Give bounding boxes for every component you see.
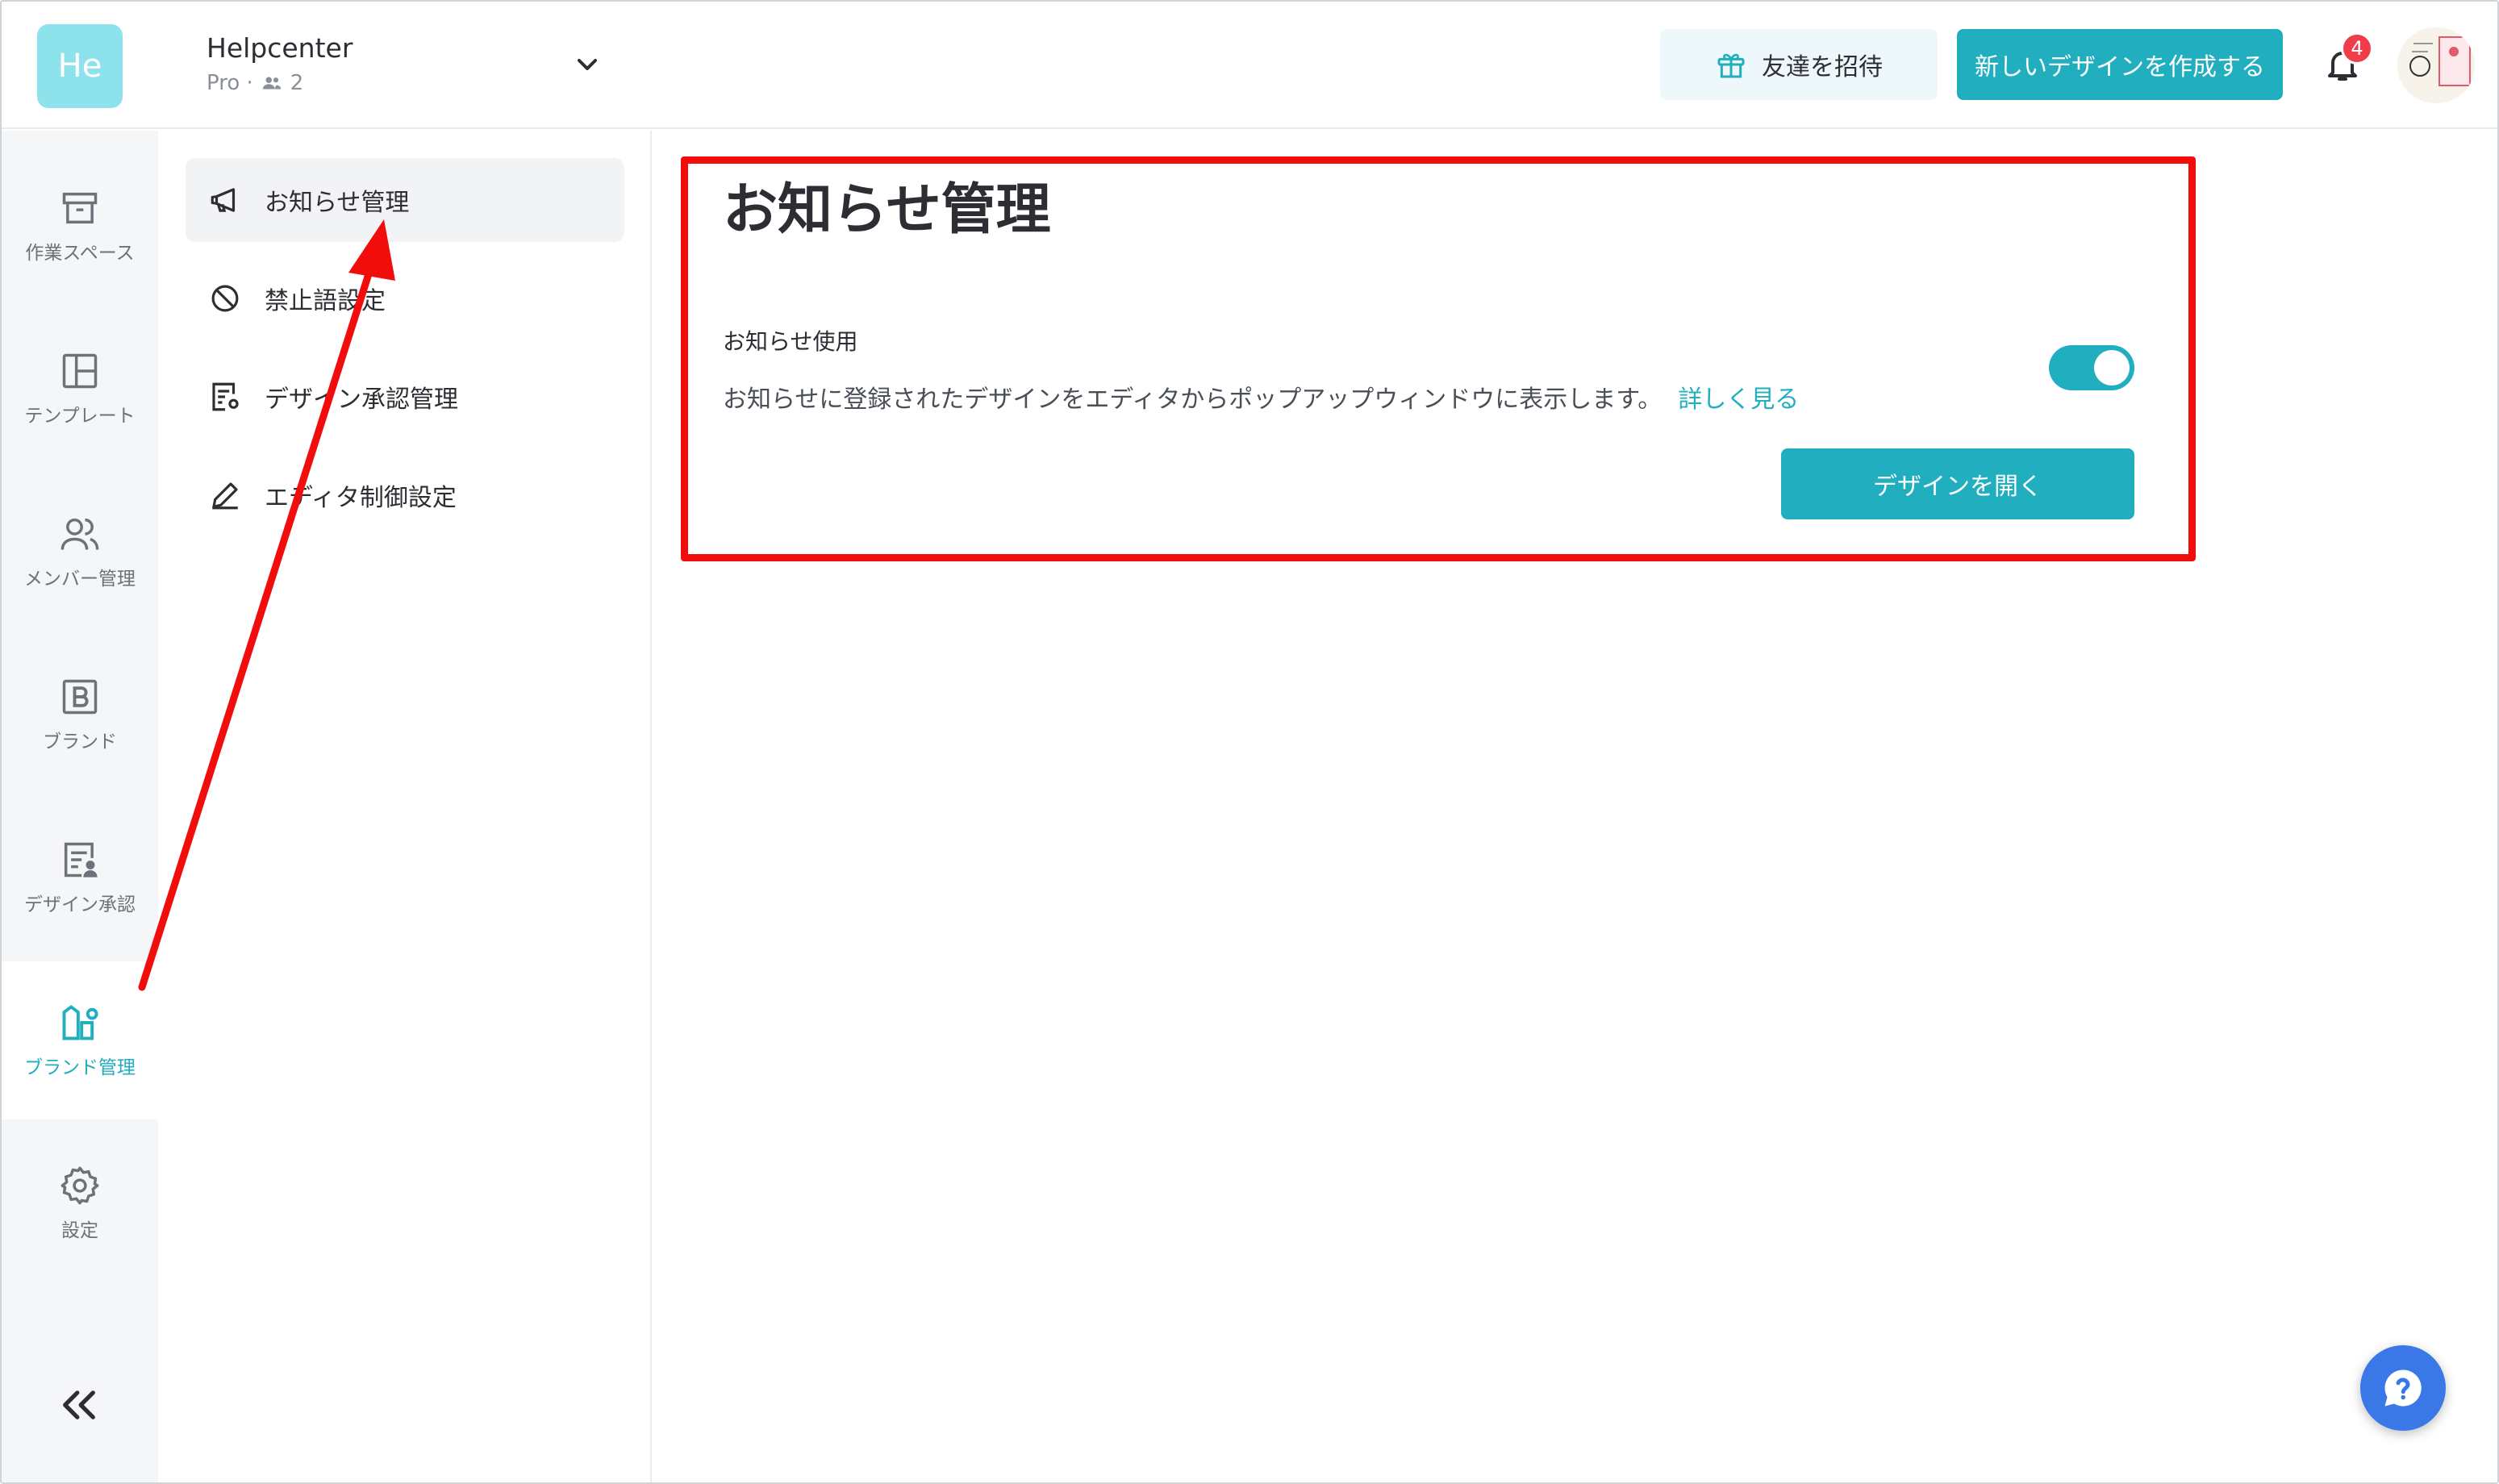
team-logo[interactable]: He [37,24,123,108]
subnav-item-announcements[interactable]: お知らせ管理 [186,158,624,242]
archive-icon [62,192,98,224]
setting-description: お知らせに登録されたデザインをエディタからポップアップウィンドウに表示します。詳… [723,379,1799,415]
left-rail: 作業スペース テンプレート メンバー管理 ブランド デザイン承認 ブランド管理 … [2,131,158,1482]
help-button[interactable] [2360,1345,2446,1431]
rail-label: 設定 [61,1220,98,1241]
layout-icon [62,353,98,389]
rail-label: 作業スペース [25,243,135,264]
subnav-label: デザイン承認管理 [265,386,458,414]
rail-label: メンバー管理 [24,569,136,590]
brand-management-subnav: お知らせ管理 禁止語設定 デザイン承認管理 エディタ制御設定 [158,131,652,1482]
app-window: He Helpcenter Pro · 2 友達を招待 新しいデザインを作成する… [0,0,2499,1484]
create-design-button[interactable]: 新しいデザインを作成する [1957,29,2283,100]
invite-label: 友達を招待 [1762,53,1883,81]
subnav-label: エディタ制御設定 [265,484,457,512]
megaphone-icon [211,188,236,212]
rail-item-templates[interactable]: テンプレート [2,310,158,468]
setting-description-text: お知らせに登録されたデザインをエディタからポップアップウィンドウに表示します。 [723,386,1663,414]
approval-settings-icon [212,382,239,411]
ban-icon [211,285,239,312]
help-chat-icon [2384,1369,2422,1407]
rail-item-brand[interactable]: ブランド [2,636,158,794]
subnav-label: 禁止語設定 [265,287,386,315]
open-design-button[interactable]: デザインを開く [1781,448,2134,519]
plan-label: Pro · [207,71,253,95]
rail-label: デザイン承認 [24,894,136,915]
approval-icon [64,842,98,877]
rail-item-workspace[interactable]: 作業スペース [2,147,158,305]
rail-item-brand-management[interactable]: ブランド管理 [2,961,158,1119]
brand-b-icon [62,679,98,715]
rail-item-design-approval[interactable]: デザイン承認 [2,798,158,957]
team-meta: Pro · 2 [207,71,303,95]
subnav-item-editor-control[interactable]: エディタ制御設定 [186,453,624,537]
brand-settings-icon [62,1005,98,1040]
announcement-toggle[interactable] [2049,345,2134,390]
pencil-icon [212,482,238,510]
toggle-knob [2094,350,2130,386]
learn-more-link[interactable]: 詳しく見る [1678,386,1799,414]
top-bar: He Helpcenter Pro · 2 友達を招待 新しいデザインを作成する… [2,2,2497,129]
gear-icon [60,1166,99,1205]
subnav-item-banned-words[interactable]: 禁止語設定 [186,256,624,340]
subnav-label: お知らせ管理 [265,189,410,217]
avatar-illustration [2397,27,2475,103]
subnav-item-approval-management[interactable]: デザイン承認管理 [186,355,624,439]
page-title: お知らせ管理 [723,178,1051,242]
member-count: 2 [290,71,304,95]
rail-item-members[interactable]: メンバー管理 [2,473,158,631]
setting-label: お知らせ使用 [723,328,858,355]
avatar[interactable] [2397,27,2475,103]
users-icon [60,518,99,550]
rail-label: ブランド管理 [24,1057,136,1078]
members-icon [262,77,282,90]
gift-icon [1717,53,1745,78]
invite-friends-button[interactable]: 友達を招待 [1660,29,1938,100]
chevron-down-icon[interactable] [571,48,603,81]
rail-item-settings[interactable]: 設定 [2,1124,158,1282]
rail-label: テンプレート [24,406,136,427]
notification-badge: 4 [2341,32,2373,65]
double-chevron-left-icon[interactable] [58,1387,100,1423]
team-name[interactable]: Helpcenter [207,32,353,64]
rail-label: ブランド [43,732,117,752]
